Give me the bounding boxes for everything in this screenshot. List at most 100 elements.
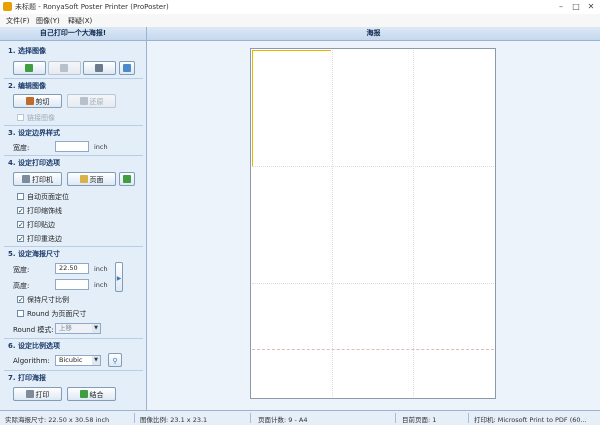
scan-image-button[interactable] <box>83 61 116 75</box>
print-overlap-label: 打印重迭边 <box>27 235 62 243</box>
status-bar: 实际海报尺寸: 22.50 x 30.58 inch 图像比例: 23.1 x … <box>0 410 600 425</box>
poster-height-input[interactable] <box>55 279 89 290</box>
poster-width-unit: inch <box>94 265 108 273</box>
app-icon <box>3 2 12 11</box>
open-image-icon <box>24 64 33 72</box>
print-trim-lines-checkbox[interactable]: ✓ <box>17 207 24 215</box>
divider <box>4 370 143 371</box>
poster-width-input[interactable]: 22.50 <box>55 263 89 274</box>
printer-button-label: 打印机 <box>32 176 53 184</box>
status-divider <box>134 413 135 423</box>
page-icon <box>79 175 88 183</box>
restore-icon <box>79 97 88 105</box>
restore-button[interactable]: 还原 <box>67 94 116 108</box>
section-poster-size-title: 5. 设定海报尺寸 <box>8 250 60 258</box>
minimize-button[interactable]: – <box>554 1 568 12</box>
divider <box>4 246 143 247</box>
merge-button[interactable]: 结合 <box>67 387 116 401</box>
tile-grid-line <box>252 283 494 284</box>
close-button[interactable]: ✕ <box>584 1 598 12</box>
print-margins-checkbox[interactable]: ✓ <box>17 221 24 229</box>
chevron-down-icon: ▼ <box>92 356 100 365</box>
algorithm-select[interactable]: Bicubic ▼ <box>55 355 101 366</box>
round-mode-value: 上移 <box>59 324 72 332</box>
menu-file[interactable]: 文件(F) <box>6 16 30 26</box>
print-margins-label: 打印贴边 <box>27 221 55 229</box>
status-image-scale: 图像比例: 23.1 x 23.1 <box>140 416 208 424</box>
link-image-checkbox[interactable] <box>17 114 24 121</box>
zoom-preview-button[interactable]: ⚲ <box>108 353 122 367</box>
menu-help[interactable]: 释疑(X) <box>68 16 92 26</box>
poster-preview-header: 海报 <box>147 27 600 41</box>
border-width-label: 宽度: <box>13 144 30 152</box>
tile-grid-line <box>332 50 333 397</box>
magnifier-icon: ⚲ <box>112 357 118 365</box>
restore-button-label: 还原 <box>89 98 104 106</box>
printer-icon <box>22 175 30 183</box>
crop-button-label: 剪切 <box>35 98 50 106</box>
maximize-button[interactable]: □ <box>569 1 583 12</box>
poster-width-label: 宽度: <box>13 266 30 274</box>
menu-bar: 文件(F) 图像(Y) 释疑(X) <box>0 14 600 27</box>
arrow-right-icon: ▶ <box>116 275 122 282</box>
options-panel-header: 自己打印一个大海报! <box>0 27 146 41</box>
section-print-poster-title: 7. 打印海报 <box>8 374 46 382</box>
print-trim-lines-label: 打印缩饰线 <box>27 207 62 215</box>
merge-icon <box>79 390 88 398</box>
algorithm-label: Algorithm: <box>13 357 50 365</box>
border-width-input[interactable] <box>55 141 89 152</box>
divider <box>4 78 143 79</box>
page-setup-button-label: 页面 <box>89 176 104 184</box>
divider <box>4 338 143 339</box>
scanner-icon <box>94 64 103 72</box>
print-preview-button[interactable] <box>119 172 135 186</box>
section-select-image-title: 1. 选择图像 <box>8 47 46 55</box>
image-info-button[interactable] <box>48 61 81 75</box>
chevron-down-icon: ▼ <box>92 324 100 333</box>
keep-ratio-checkbox[interactable]: ✓ <box>17 296 24 304</box>
poster-height-label: 高度: <box>13 282 30 290</box>
merge-button-label: 结合 <box>89 391 104 399</box>
status-page-count: 页面计数: 9 - A4 <box>258 416 308 424</box>
printer-button[interactable]: 打印机 <box>13 172 62 186</box>
auto-page-position-label: 自动页面定位 <box>27 193 69 201</box>
section-edit-image-title: 2. 编辑图像 <box>8 82 46 90</box>
current-page-highlight <box>252 50 331 166</box>
auto-page-position-checkbox[interactable] <box>17 193 24 200</box>
round-mode-select[interactable]: 上移 ▼ <box>55 323 101 334</box>
poster-page-preview[interactable] <box>250 48 496 399</box>
status-divider <box>468 413 469 423</box>
print-button[interactable]: 打印 <box>13 387 62 401</box>
print-button-label: 打印 <box>35 391 50 399</box>
window-title: 未标题 - RonyaSoft Poster Printer (ProPoste… <box>15 3 169 11</box>
section-border-style-title: 3. 设定边界样式 <box>8 129 60 137</box>
title-bar: 未标题 - RonyaSoft Poster Printer (ProPoste… <box>0 0 600 14</box>
status-divider <box>250 413 251 423</box>
section-scaling-options-title: 6. 设定比例选项 <box>8 342 60 350</box>
status-current-page: 目前页面: 1 <box>402 416 437 424</box>
keep-ratio-label: 保持尺寸比例 <box>27 296 69 304</box>
status-printer: 打印机: Microsoft Print to PDF (60... <box>474 416 587 424</box>
print-overlap-checkbox[interactable]: ✓ <box>17 235 24 243</box>
round-to-page-label: Round 为页面尺寸 <box>27 310 87 318</box>
scissors-icon <box>25 97 34 105</box>
algorithm-value: Bicubic <box>59 356 83 364</box>
status-poster-size: 实际海报尺寸: 22.50 x 30.58 inch <box>5 416 110 424</box>
paste-image-button[interactable] <box>119 61 135 75</box>
printer-icon <box>25 390 34 398</box>
page-setup-button[interactable]: 页面 <box>67 172 116 186</box>
round-mode-label: Round 模式: <box>13 326 54 334</box>
open-image-button[interactable] <box>13 61 46 75</box>
border-width-unit: inch <box>94 143 108 151</box>
tile-grid-line <box>413 50 414 397</box>
round-to-page-checkbox[interactable] <box>17 310 24 317</box>
menu-image[interactable]: 图像(Y) <box>36 16 60 26</box>
preview-icon <box>123 175 131 183</box>
swap-dimensions-button[interactable]: ▶ <box>115 262 123 292</box>
tile-grid-line <box>252 166 494 167</box>
link-image-label: 链接图像 <box>27 114 55 122</box>
overlap-line <box>252 349 494 350</box>
paste-icon <box>123 64 131 72</box>
poster-height-unit: inch <box>94 281 108 289</box>
crop-button[interactable]: 剪切 <box>13 94 62 108</box>
